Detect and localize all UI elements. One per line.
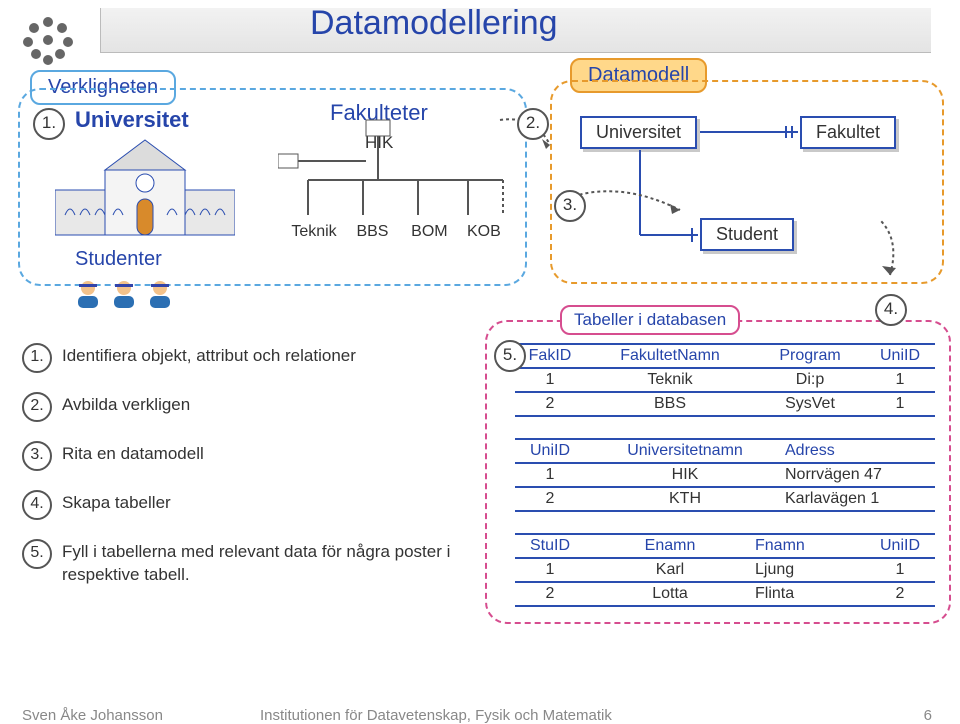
circle-2: 2. (517, 108, 549, 140)
th: Enamn (585, 533, 755, 557)
step-3: 3. Rita en datamodell (22, 443, 462, 466)
building-icon (55, 135, 235, 245)
step-5-num: 5. (22, 539, 52, 569)
td: Di:p (755, 369, 865, 391)
td: Norrvägen 47 (785, 464, 935, 486)
th: FakultetNamn (585, 343, 755, 367)
th: UniID (515, 438, 585, 462)
td: Karlavägen 1 (785, 488, 935, 510)
table-fakultet: FakIDFakultetNamnProgramUniID 1TeknikDi:… (515, 343, 935, 417)
step-2-text: Avbilda verkligen (62, 395, 190, 414)
table-row: 2BBSSysVet1 (515, 393, 935, 417)
td: 1 (865, 369, 935, 391)
td: 1 (515, 559, 585, 581)
step-5-text: Fyll i tabellerna med relevant data för … (62, 542, 450, 584)
step-4-text: Skapa tabeller (62, 493, 171, 512)
step-1-text: Identifiera objekt, attribut och relatio… (62, 346, 356, 365)
td: 1 (515, 464, 585, 486)
td: 1 (865, 393, 935, 415)
table-student-header: StuIDEnamnFnamnUniID (515, 533, 935, 559)
step-2: 2. Avbilda verkligen (22, 394, 462, 417)
step-2-num: 2. (22, 392, 52, 422)
table-student: StuIDEnamnFnamnUniID 1KarlLjung1 2LottaF… (515, 533, 935, 607)
th: Fnamn (755, 533, 865, 557)
table-universitet-header: UniIDUniversitetnamnAdress (515, 438, 935, 464)
dept-kob: KOB (461, 223, 506, 241)
th: StuID (515, 533, 585, 557)
th: UniID (865, 343, 935, 367)
person-icon (111, 280, 137, 310)
step-4: 4. Skapa tabeller (22, 492, 462, 515)
td: Lotta (585, 583, 755, 605)
steps-list: 1. Identifiera objekt, attribut och rela… (22, 345, 462, 613)
td: Karl (585, 559, 755, 581)
th: UniID (865, 533, 935, 557)
step-1: 1. Identifiera objekt, attribut och rela… (22, 345, 462, 368)
td: 1 (515, 369, 585, 391)
table-row: 1KarlLjung1 (515, 559, 935, 583)
table-fakultet-header: FakIDFakultetNamnProgramUniID (515, 343, 935, 369)
label-universitet-real: Universitet (75, 107, 189, 133)
td: 1 (865, 559, 935, 581)
circle-4: 4. (875, 294, 907, 326)
people-icons (75, 280, 179, 314)
circle-1: 1. (33, 108, 65, 140)
table-row: 2LottaFlinta2 (515, 583, 935, 607)
step-4-num: 4. (22, 490, 52, 520)
er-lines (560, 80, 940, 280)
td: BBS (585, 393, 755, 415)
person-icon (75, 280, 101, 310)
footer-author: Sven Åke Johansson (22, 707, 163, 724)
person-icon (147, 280, 173, 310)
step-3-num: 3. (22, 441, 52, 471)
table-universitet: UniIDUniversitetnamnAdress 1HIKNorrvägen… (515, 438, 935, 512)
footer-page: 6 (924, 707, 932, 724)
table-row: 1TeknikDi:p1 (515, 369, 935, 393)
td: 2 (515, 393, 585, 415)
step-3-text: Rita en datamodell (62, 444, 204, 463)
td: KTH (585, 488, 785, 510)
td: Flinta (755, 583, 865, 605)
td: HIK (585, 464, 785, 486)
dept-bom: BOM (402, 223, 457, 241)
th: Universitetnamn (585, 438, 785, 462)
table-row: 2KTHKarlavägen 1 (515, 488, 935, 512)
td: 2 (865, 583, 935, 605)
circle-5: 5. (494, 340, 526, 372)
slide: Datamodellering Verkligheten Datamodell … (0, 0, 960, 717)
dept-row: Teknik BBS BOM KOB (285, 223, 506, 241)
label-studenter: Studenter (75, 248, 162, 271)
page-title: Datamodellering (310, 4, 558, 43)
th: Program (755, 343, 865, 367)
table-row: 1HIKNorrvägen 47 (515, 464, 935, 488)
step-1-num: 1. (22, 343, 52, 373)
td: Teknik (585, 369, 755, 391)
td: 2 (515, 488, 585, 510)
td: SysVet (755, 393, 865, 415)
td: Ljung (755, 559, 865, 581)
dept-teknik: Teknik (285, 223, 343, 241)
dept-bbs: BBS (347, 223, 397, 241)
circle-3: 3. (554, 190, 586, 222)
logo-icon (18, 10, 78, 70)
step-5: 5. Fyll i tabellerna med relevant data f… (22, 541, 462, 587)
th: Adress (785, 438, 935, 462)
footer-institution: Institutionen för Datavetenskap, Fysik o… (260, 707, 612, 724)
tag-tabeller-db: Tabeller i databasen (560, 305, 740, 335)
td: 2 (515, 583, 585, 605)
